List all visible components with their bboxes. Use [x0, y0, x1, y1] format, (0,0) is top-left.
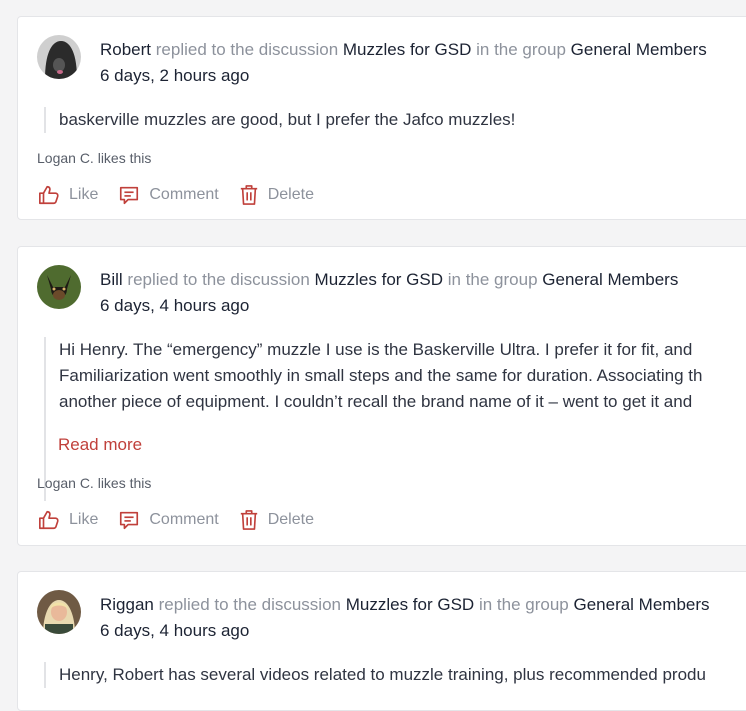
delete-button[interactable]: Delete	[239, 509, 314, 531]
content-line: Henry, Robert has several videos related…	[59, 665, 706, 684]
activity-content: Henry, Robert has several videos related…	[44, 662, 706, 688]
activity-content: baskerville muzzles are good, but I pref…	[44, 107, 515, 133]
activity-timestamp[interactable]: 6 days, 2 hours ago	[100, 64, 249, 88]
avatar[interactable]	[37, 590, 81, 634]
avatar[interactable]	[37, 35, 81, 79]
comment-button[interactable]: Comment	[118, 509, 219, 531]
content-line: Hi Henry. The “emergency” muzzle I use i…	[59, 340, 693, 359]
content-line: baskerville muzzles are good, but I pref…	[59, 110, 516, 129]
activity-card: Riggan replied to the discussion Muzzles…	[17, 571, 746, 711]
group-link[interactable]: General Members	[542, 270, 678, 289]
comment-label: Comment	[149, 511, 219, 528]
trash-icon	[240, 185, 257, 205]
activity-timestamp[interactable]: 6 days, 4 hours ago	[100, 619, 249, 643]
activity-card: Robert replied to the discussion Muzzles…	[17, 16, 746, 220]
activity-verb: replied to the discussion	[127, 270, 310, 289]
read-more-link[interactable]: Read more	[58, 435, 142, 455]
activity-verb: replied to the discussion	[158, 595, 341, 614]
group-prefix: in the group	[447, 270, 538, 289]
activity-actions: Like Comment Delete	[38, 509, 314, 531]
discussion-link[interactable]: Muzzles for GSD	[346, 595, 474, 614]
activity-headline: Robert replied to the discussion Muzzles…	[100, 38, 707, 62]
thumbs-up-icon	[39, 510, 59, 530]
author-link[interactable]: Bill	[100, 270, 123, 289]
group-prefix: in the group	[478, 595, 569, 614]
delete-label: Delete	[267, 511, 314, 528]
like-label: Like	[69, 511, 99, 528]
activity-card: Bill replied to the discussion Muzzles f…	[17, 246, 746, 546]
group-prefix: in the group	[476, 40, 566, 59]
like-label: Like	[69, 186, 99, 203]
discussion-link[interactable]: Muzzles for GSD	[315, 270, 443, 289]
author-link[interactable]: Robert	[100, 40, 151, 59]
content-line: another piece of equipment. I couldn’t r…	[59, 392, 693, 411]
activity-verb: replied to the discussion	[155, 40, 339, 59]
likes-summary[interactable]: Logan C. likes this	[37, 475, 151, 491]
author-link[interactable]: Riggan	[100, 595, 154, 614]
like-button[interactable]: Like	[38, 184, 98, 206]
trash-icon	[240, 510, 257, 530]
activity-timestamp[interactable]: 6 days, 4 hours ago	[100, 294, 249, 318]
activity-headline: Bill replied to the discussion Muzzles f…	[100, 268, 678, 292]
likes-summary[interactable]: Logan C. likes this	[37, 150, 151, 166]
comment-button[interactable]: Comment	[118, 184, 219, 206]
avatar[interactable]	[37, 265, 81, 309]
delete-button[interactable]: Delete	[239, 184, 314, 206]
group-link[interactable]: General Members	[571, 40, 707, 59]
comment-icon	[120, 511, 139, 530]
thumbs-up-icon	[39, 185, 59, 205]
activity-actions: Like Comment Delete	[38, 184, 314, 206]
comment-icon	[120, 186, 139, 205]
activity-headline: Riggan replied to the discussion Muzzles…	[100, 593, 710, 617]
group-link[interactable]: General Members	[573, 595, 709, 614]
content-line: Familiarization went smoothly in small s…	[59, 366, 703, 385]
delete-label: Delete	[267, 186, 314, 203]
comment-label: Comment	[149, 186, 219, 203]
like-button[interactable]: Like	[38, 509, 98, 531]
discussion-link[interactable]: Muzzles for GSD	[343, 40, 471, 59]
